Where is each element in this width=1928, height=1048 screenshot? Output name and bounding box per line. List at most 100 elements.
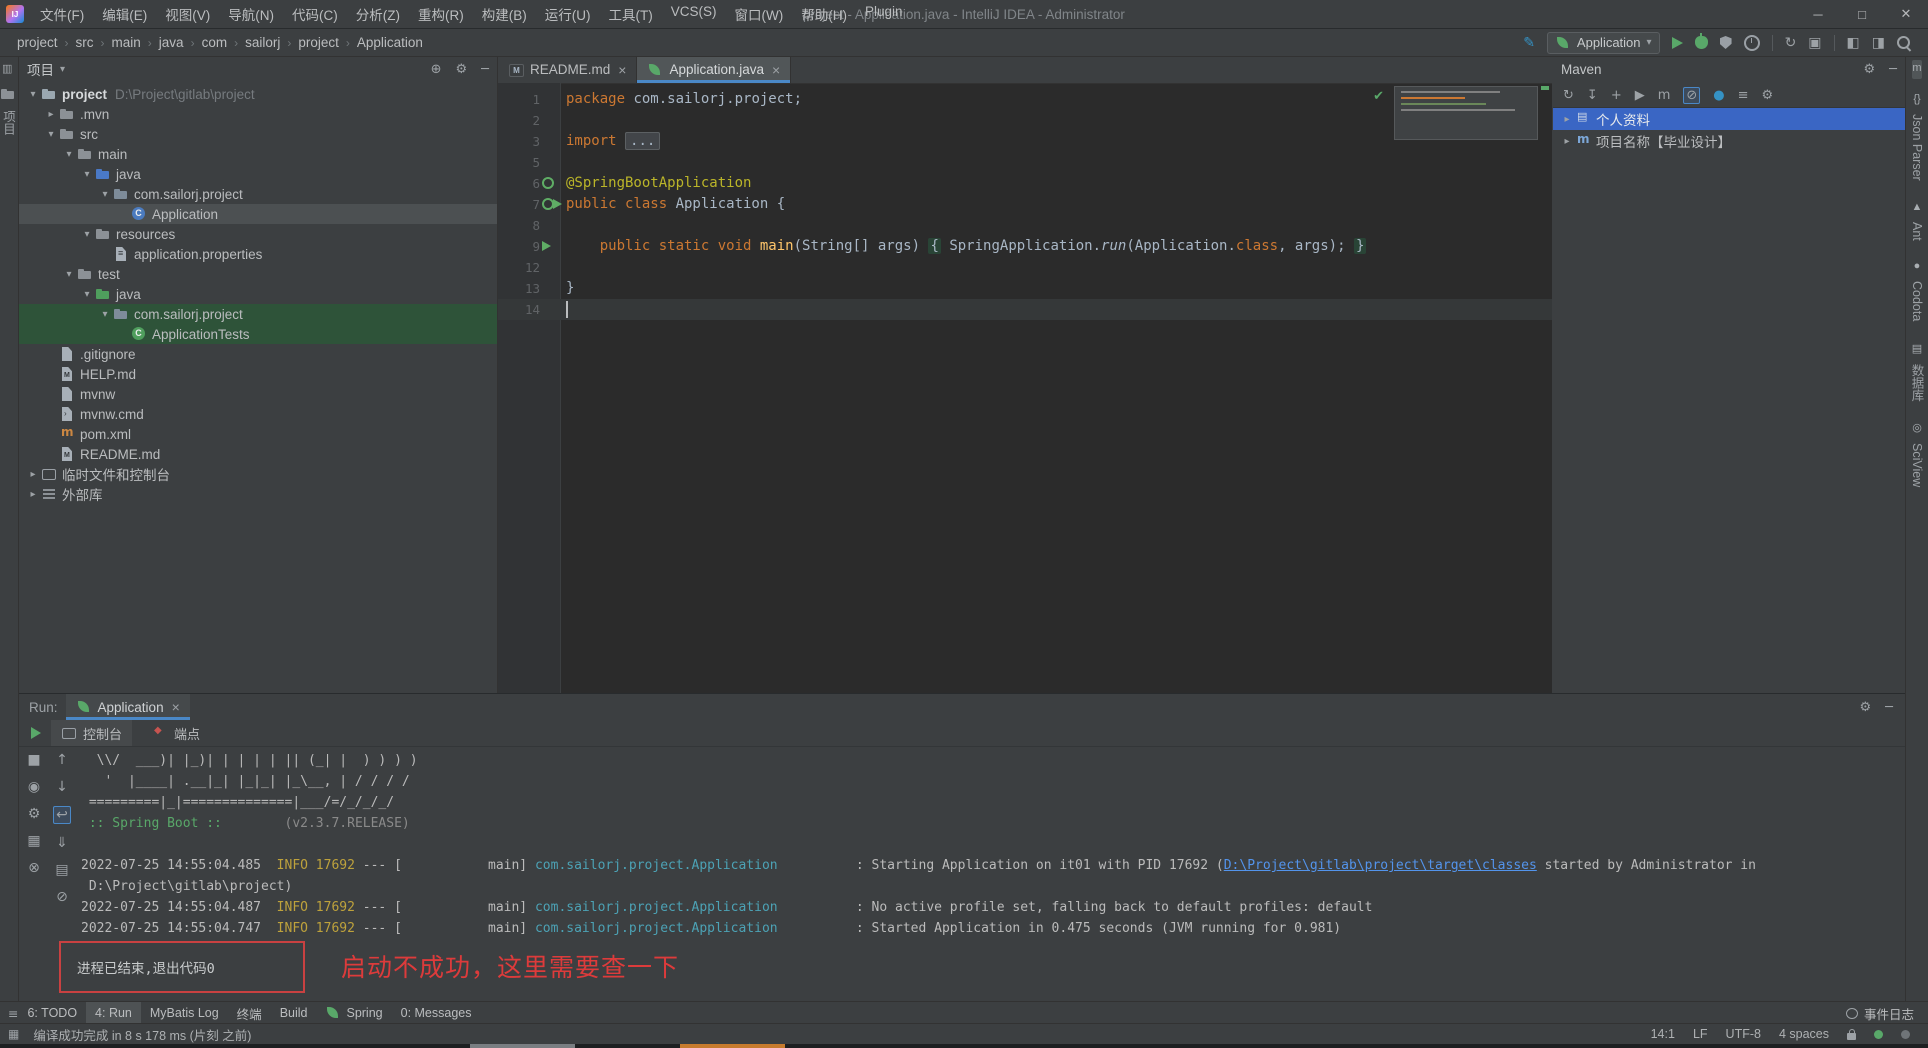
inspection-ok-icon[interactable]: ✔ (1373, 88, 1384, 104)
tree-row-src[interactable]: ▾ src (19, 124, 497, 144)
menu-item-帮助(H)[interactable]: 帮助(H) (793, 0, 855, 28)
caret-position[interactable]: 14:1 (1651, 1027, 1675, 1041)
menu-item-分析(Z)[interactable]: 分析(Z) (348, 0, 408, 28)
chevron-down-icon[interactable]: ▾ (60, 64, 65, 75)
minimize-button[interactable]: ─ (1796, 0, 1840, 28)
tool-window-button-终端[interactable]: 终端 (228, 1002, 271, 1025)
tree-row-main[interactable]: ▾ main (19, 144, 497, 164)
run-line-icon[interactable] (542, 241, 551, 251)
tree-row-Application[interactable]: Application (19, 204, 497, 224)
package-icon[interactable]: ▣ (1808, 35, 1821, 51)
close-tab-icon[interactable]: × (172, 699, 180, 715)
maximize-button[interactable]: □ (1840, 0, 1884, 28)
stripe-tab-SciView[interactable]: ◎ SciView (1910, 421, 1924, 493)
play-icon[interactable]: ▶ (1635, 88, 1645, 103)
tree-row-test[interactable]: ▾ test (19, 264, 497, 284)
stripe-tab-project[interactable]: 项目 (0, 110, 18, 135)
editor-tab-README.md[interactable]: README.md × (498, 56, 638, 83)
menu-item-Plugin[interactable]: Plugin (857, 0, 911, 28)
tool-window-button-6: TODO[interactable]: 6: TODO (18, 1002, 86, 1025)
chevron-down-icon[interactable]: ▾ (79, 289, 95, 300)
hide-panel-icon[interactable]: ─ (1889, 62, 1897, 77)
stripe-tab-m[interactable]: m (1912, 60, 1922, 79)
tool-windows-icon[interactable]: ≡ (8, 1006, 18, 1021)
tree-row-java[interactable]: ▾ java (19, 164, 497, 184)
chevron-right-icon[interactable]: ▸ (1559, 136, 1575, 147)
menu-item-窗口(W)[interactable]: 窗口(W) (727, 0, 792, 28)
chevron-down-icon[interactable]: ▾ (43, 129, 59, 140)
breadcrumb-item[interactable]: project (14, 34, 61, 51)
run-tab-application[interactable]: Application × (65, 694, 190, 720)
print-icon[interactable]: ▤ (55, 862, 68, 878)
stripe-tab-Ant[interactable]: ▲ Ant (1910, 201, 1924, 247)
clear-icon[interactable]: ⊘ (56, 889, 68, 905)
offline-icon[interactable]: ● (1713, 88, 1724, 103)
chevron-right-icon[interactable]: ▸ (1559, 114, 1575, 125)
maven-item-项目名称【毕业设计】[interactable]: ▸ 项目名称【毕业设计】 (1553, 130, 1905, 152)
run-button[interactable] (1671, 36, 1683, 49)
run-line-icon[interactable] (553, 199, 562, 209)
tree-row-ApplicationTests[interactable]: ApplicationTests (19, 324, 497, 344)
breadcrumb-item[interactable]: main (109, 34, 144, 51)
stripe-tab-数据库[interactable]: ▤ 数据库 (1908, 342, 1927, 408)
stop-icon[interactable]: ■ (27, 752, 40, 768)
tool-window-button-Build[interactable]: Build (271, 1002, 317, 1025)
indent-setting[interactable]: 4 spaces (1779, 1027, 1829, 1041)
locate-icon[interactable]: ⊕ (431, 62, 442, 77)
chevron-right-icon[interactable]: ▸ (43, 109, 59, 120)
menu-item-构建(B)[interactable]: 构建(B) (474, 0, 535, 28)
console-file-link[interactable]: D:\Project\gitlab\project\target\classes (1224, 858, 1537, 873)
tool-window-switcher-icon[interactable]: ▦ (8, 1027, 19, 1041)
tool-window-button-Spring[interactable]: Spring (316, 1002, 391, 1025)
view-tab-端点[interactable]: 端点 (142, 720, 210, 746)
update-icon[interactable]: ↻ (1785, 35, 1797, 51)
tool-window-button-4: Run[interactable]: 4: Run (86, 1001, 141, 1025)
tree-row-临时文件和控制台[interactable]: ▸ 临时文件和控制台 (19, 464, 497, 484)
stripe-tab-Json Parser[interactable]: {} Json Parser (1910, 93, 1924, 187)
layout-left-icon[interactable]: ◧ (1847, 35, 1860, 51)
tree-row-README.md[interactable]: README.md (19, 444, 497, 464)
pencil-icon[interactable]: ✎ (1523, 34, 1535, 51)
menu-item-VCS(S)[interactable]: VCS(S) (663, 0, 725, 28)
up-icon[interactable]: ↑ (56, 752, 68, 768)
close-tab-icon[interactable]: × (772, 62, 780, 78)
gear-icon[interactable]: ⚙ (456, 62, 468, 77)
lock-icon[interactable] (1847, 1028, 1856, 1040)
maven-item-个人资料[interactable]: ▸ 个人资料 (1553, 108, 1905, 130)
m-goal-icon[interactable]: m (1658, 88, 1671, 103)
thread-dump-icon[interactable]: ◉ (28, 779, 40, 795)
code-minimap[interactable] (1394, 86, 1538, 140)
editor-tab-Application.java[interactable]: Application.java × (637, 56, 792, 83)
down-icon[interactable]: ↓ (56, 779, 68, 795)
chevron-right-icon[interactable]: ▸ (25, 489, 41, 500)
debug-button[interactable] (1694, 33, 1708, 49)
tree-row-.mvn[interactable]: ▸ .mvn (19, 104, 497, 124)
breadcrumb-item[interactable]: project (295, 34, 342, 51)
run-config-select[interactable]: Application ▾ (1546, 31, 1660, 54)
tool-window-button-MyBatis Log[interactable]: MyBatis Log (141, 1002, 228, 1025)
folder-icon[interactable] (0, 86, 16, 102)
menu-item-重构(R)[interactable]: 重构(R) (410, 0, 472, 28)
menu-item-视图(V)[interactable]: 视图(V) (157, 0, 218, 28)
menu-item-运行(U)[interactable]: 运行(U) (537, 0, 599, 28)
menu-item-代码(C)[interactable]: 代码(C) (284, 0, 346, 28)
settings-icon[interactable]: ⚙ (28, 806, 41, 822)
scroll-end-icon[interactable]: ⇓ (56, 835, 68, 851)
breadcrumb-item[interactable]: sailorj (242, 34, 283, 51)
chevron-down-icon[interactable]: ▾ (79, 229, 95, 240)
tree-row-外部库[interactable]: ▸ 外部库 (19, 484, 497, 504)
view-tab-控制台[interactable]: 控制台 (51, 720, 133, 746)
gear-icon[interactable]: ⚙ (1864, 62, 1876, 77)
line-ending[interactable]: LF (1693, 1027, 1708, 1041)
tree-row-resources[interactable]: ▾ resources (19, 224, 497, 244)
restore-layout-icon[interactable]: ▦ (27, 833, 40, 849)
breadcrumb-item[interactable]: java (156, 34, 187, 51)
event-log-button[interactable]: 事件日志 (1845, 1004, 1914, 1023)
spring-bean-icon[interactable] (542, 177, 554, 189)
screen-icon[interactable] (0, 62, 16, 78)
download-icon[interactable]: ↧ (1587, 88, 1598, 103)
green-status-icon[interactable] (1874, 1029, 1883, 1039)
tool-window-button-0: Messages[interactable]: 0: Messages (392, 1002, 481, 1025)
tree-row-project[interactable]: ▾ project D:\Project\gitlab\project (19, 84, 497, 104)
tree-row-HELP.md[interactable]: HELP.md (19, 364, 497, 384)
